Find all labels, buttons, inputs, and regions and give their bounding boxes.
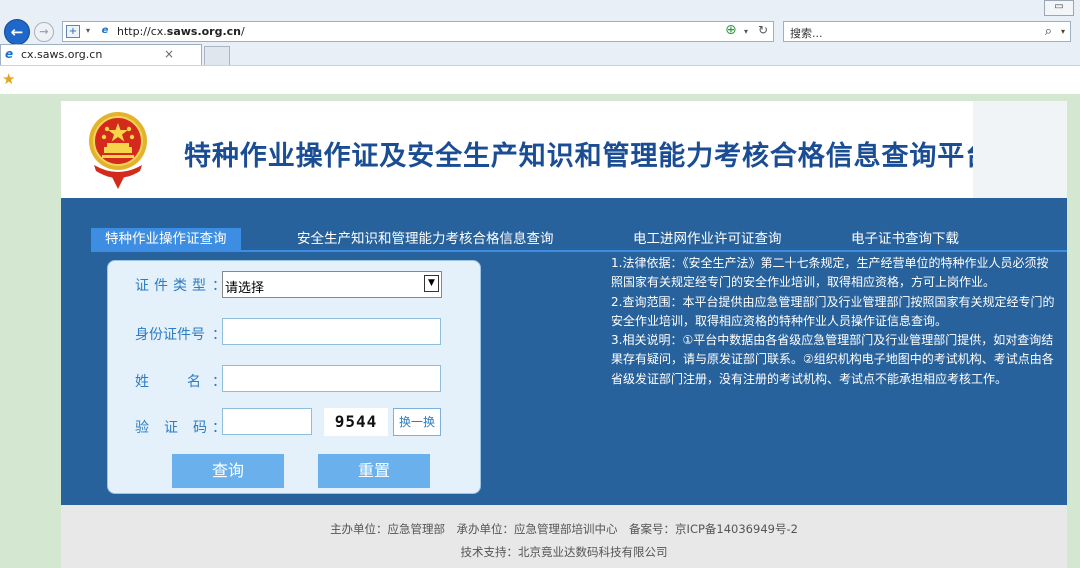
address-dropdown-icon[interactable]: ▾ bbox=[744, 27, 748, 36]
note-query-scope: 2.查询范围：本平台提供由应急管理部门及行业管理部门按照国家有关规定经专门的安全… bbox=[611, 294, 1055, 328]
favorites-star-icon[interactable]: ★ bbox=[2, 70, 15, 88]
refresh-icon[interactable]: ↻ bbox=[758, 23, 768, 37]
search-icon[interactable]: ⌕ bbox=[1045, 24, 1052, 39]
browser-chrome: ▭ ← → + ▾ e http://cx.saws.org.cn/ ⊕ ▾ ↻… bbox=[0, 0, 1080, 94]
footer-inner: 主办单位：应急管理部 承办单位：应急管理部培训中心 备案号：京ICP备14036… bbox=[61, 505, 1067, 568]
tab-close-icon[interactable]: × bbox=[164, 47, 174, 61]
captcha-input[interactable] bbox=[222, 408, 312, 435]
url-text[interactable]: http://cx.saws.org.cn/ bbox=[117, 25, 245, 38]
id-number-input[interactable] bbox=[222, 318, 441, 345]
new-tab-button[interactable] bbox=[204, 46, 230, 65]
ie-tab-icon: e bbox=[5, 47, 14, 61]
tab-e-certificate-download[interactable]: 电子证书查询下载 bbox=[851, 228, 959, 250]
id-number-label: 身份证件号 bbox=[135, 327, 205, 343]
cert-type-select[interactable]: 请选择 ▼ bbox=[222, 271, 442, 298]
query-form: 证件类型 ： 请选择 ▼ 身份证件号 ： 姓名 ： 验证码 ： 9544 换一换… bbox=[107, 260, 481, 494]
header-side-block bbox=[973, 101, 1067, 198]
cert-type-label: 证件类型 bbox=[135, 278, 211, 294]
footer-tech-support: 技术支持：北京竟业达数码科技有限公司 bbox=[460, 545, 668, 559]
address-bar[interactable]: + ▾ e http://cx.saws.org.cn/ ⊕ ▾ ↻ bbox=[62, 21, 774, 42]
refresh-captcha-button[interactable]: 换一换 bbox=[393, 408, 441, 436]
security-shield-icon[interactable]: ⊕ bbox=[725, 22, 737, 38]
instructions-text: 1.法律依据：《安全生产法》第二十七条规定，生产经营单位的特种作业人员必须按照国… bbox=[611, 254, 1055, 389]
nav-underline bbox=[91, 250, 1067, 252]
ie-page-icon: e bbox=[101, 25, 109, 36]
note-legal-basis: 1.法律依据：《安全生产法》第二十七条规定，生产经营单位的特种作业人员必须按照国… bbox=[611, 256, 1049, 290]
cert-type-value: 请选择 bbox=[225, 281, 265, 296]
reset-button[interactable]: 重置 bbox=[318, 454, 430, 488]
main-panel: 特种作业操作证查询 安全生产知识和管理能力考核合格信息查询 电工进网作业许可证查… bbox=[61, 198, 1067, 505]
footer: 主办单位：应急管理部 承办单位：应急管理部培训中心 备案号：京ICP备14036… bbox=[0, 505, 1080, 568]
tab-safety-knowledge-query[interactable]: 安全生产知识和管理能力考核合格信息查询 bbox=[297, 228, 554, 250]
dropdown-chevron-icon[interactable]: ▾ bbox=[81, 25, 95, 38]
tab-active[interactable]: e cx.saws.org.cn × bbox=[0, 44, 202, 65]
captcha-label: 验证码 bbox=[135, 420, 222, 436]
forward-button[interactable]: → bbox=[34, 22, 54, 42]
site-header: 特种作业操作证及安全生产知识和管理能力考核合格信息查询平台 bbox=[61, 101, 1067, 198]
compat-view-icon[interactable]: + bbox=[66, 25, 80, 38]
search-placeholder: 搜索... bbox=[790, 27, 823, 40]
chevron-down-icon[interactable]: ▼ bbox=[424, 275, 439, 292]
footer-organizers: 主办单位：应急管理部 承办单位：应急管理部培训中心 备案号：京ICP备14036… bbox=[330, 522, 798, 536]
search-dropdown-icon[interactable]: ▾ bbox=[1061, 27, 1065, 36]
tab-title: cx.saws.org.cn bbox=[21, 48, 103, 61]
name-input[interactable] bbox=[222, 365, 441, 392]
note-remarks: 3.相关说明：①平台中数据由各省级应急管理部门及行业管理部门提供，如对查询结果存… bbox=[611, 333, 1054, 386]
query-button[interactable]: 查询 bbox=[172, 454, 284, 488]
favorites-bar: ★ bbox=[0, 65, 1080, 94]
captcha-image[interactable]: 9544 bbox=[324, 408, 388, 436]
tab-electrician-license-query[interactable]: 电工进网作业许可证查询 bbox=[633, 228, 782, 250]
back-button[interactable]: ← bbox=[4, 19, 30, 45]
national-emblem-icon bbox=[89, 112, 147, 189]
site-title: 特种作业操作证及安全生产知识和管理能力考核合格信息查询平台 bbox=[184, 141, 994, 172]
tab-special-operation-query[interactable]: 特种作业操作证查询 bbox=[91, 228, 241, 250]
search-box[interactable]: 搜索... ⌕ ▾ bbox=[783, 21, 1071, 42]
minimize-icon[interactable]: ▭ bbox=[1044, 0, 1074, 16]
